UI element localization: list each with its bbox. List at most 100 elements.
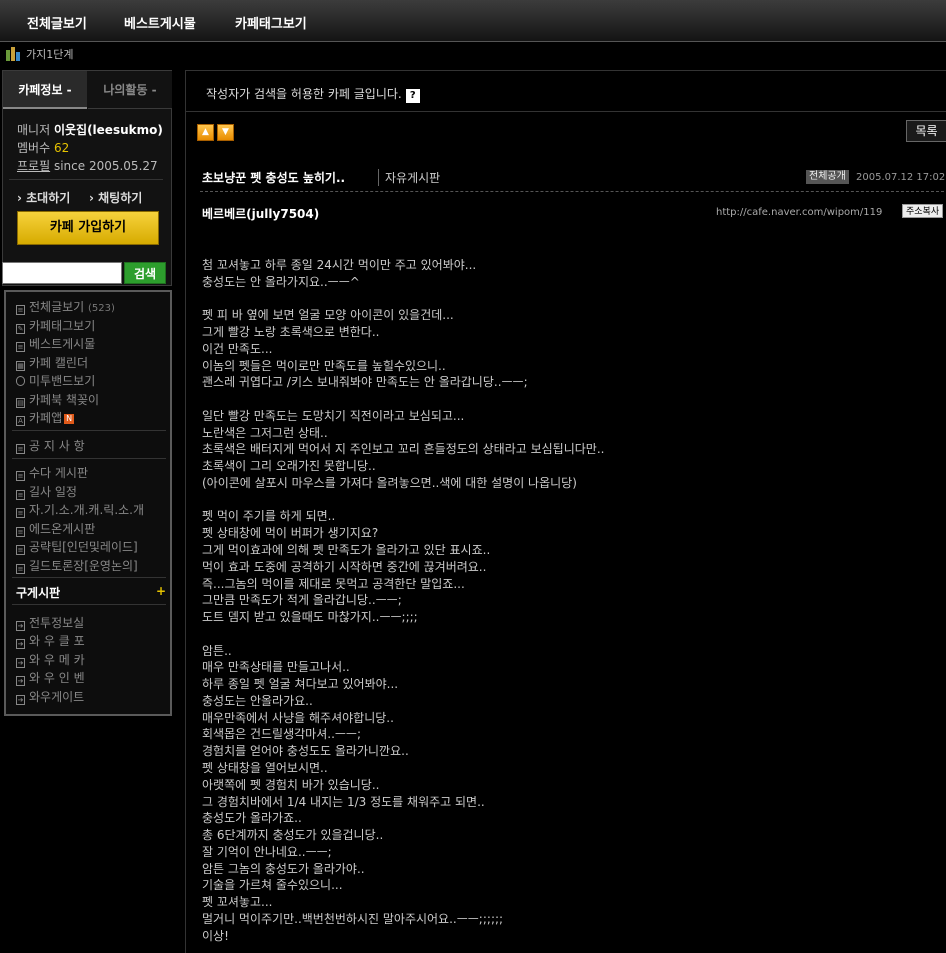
divider [12, 430, 166, 431]
post-body-line: 그만큼 만족도가 적게 올라갑니당..ㅡㅡ; [202, 593, 402, 608]
post-body-line: 암튼.. [202, 643, 232, 658]
profile-link[interactable]: 프로필 [17, 159, 50, 173]
divider [9, 179, 163, 180]
book-icon: ▤ [16, 398, 25, 408]
post-body-line: 괜스레 귀엽다고 /키스 보내줘봐야 만족도는 안 올라갑니당..ㅡㅡ; [202, 375, 528, 390]
tab-all-posts[interactable]: 전체글보기 [27, 13, 87, 32]
list-icon: ≡ [16, 527, 25, 537]
post-body-line: 일단 빨강 만족도는 도망치기 직전이라고 보심되고... [202, 408, 465, 423]
tab-best-posts[interactable]: 베스트게시물 [124, 13, 196, 32]
since-date: since 2005.05.27 [53, 159, 158, 173]
copy-url-button[interactable]: 주소복사 [902, 204, 944, 218]
menu-item-link-5[interactable]: ➔ 와우게이트 [16, 688, 84, 705]
tab-cafe-info[interactable]: 카페정보 - [3, 71, 87, 109]
manager-row: 매니저 이웃집(leesukmo) [17, 121, 163, 138]
menu-item-calendar[interactable]: ▦ 카페 캘린더 [16, 354, 88, 371]
invite-link[interactable]: › 초대하기 [17, 189, 70, 206]
external-link-icon: ➔ [16, 639, 25, 649]
post-body-line: 노란색은 그저그런 상태.. [202, 425, 328, 440]
menu-item-chat-board[interactable]: ≡ 수다 게시판 [16, 464, 88, 481]
menu-item-link-4[interactable]: ➔ 와 우 인 벤 [16, 669, 85, 686]
post-date: 2005.07.12 17:02 [856, 172, 946, 183]
menu-item-intro[interactable]: ≡ 자.기.소.개.캐.릭.소.개 [16, 501, 144, 518]
board-menu: ≡ 전체글보기 (523) ✎ 카페태그보기 ≡ 베스트게시물 ▦ 카페 캘린더 미투밴… [4, 290, 172, 716]
menu-item-strategy[interactable]: ≡ 공략팁[인던및레이드] [16, 538, 138, 555]
menu-item-addon[interactable]: ≡ 에드온게시판 [16, 520, 95, 537]
post-body-line: 암튼 그놈의 충성도가 올라가야.. [202, 861, 365, 876]
menu-item-notice[interactable]: ≡ 공 지 사 항 [16, 437, 85, 454]
post-body-line: 도트 뎀지 받고 있을때도 마찮가지..ㅡㅡ;;;; [202, 610, 418, 625]
post-body-line: 충성도는 안 올라가지요..ㅡㅡ^ [202, 274, 360, 289]
cafe-search-input[interactable] [2, 262, 122, 284]
post-body-line: 회색몹은 건드릴생각마셔..ㅡㅡ; [202, 727, 362, 742]
menu-item-link-1[interactable]: ➔ 전투정보실 [16, 614, 84, 631]
post-view: 작성자가 검색을 허용한 카페 글입니다.? ▲ ▼ 목록 초보냥꾼 펫 충성도… [185, 70, 946, 953]
post-body-line: 아랫쪽에 펫 경험치 바가 있습니당.. [202, 777, 380, 792]
post-body: 첨 꼬셔놓고 하루 종일 24시간 먹이만 주고 있어봐야... 충성도는 안 올… [202, 257, 942, 944]
help-icon[interactable]: ? [405, 89, 420, 103]
search-notice: 작성자가 검색을 허용한 카페 글입니다.? [206, 85, 420, 103]
list-icon: ≡ [16, 508, 25, 518]
expand-plus-icon[interactable]: + [156, 584, 166, 598]
manager-label: 매니저 [17, 123, 51, 137]
menu-item-all-posts[interactable]: ≡ 전체글보기 (523) [16, 298, 115, 315]
post-body-line: 초록색은 배터지게 먹어서 지 주인보고 꼬리 흔들정도의 상태라고 보심됩니다… [202, 442, 605, 457]
post-body-line: 경험치를 얻어야 충성도도 올라가니깐요.. [202, 744, 409, 759]
post-body-line: 펫 먹이 주기를 하게 되면.. [202, 509, 336, 524]
post-body-line: 펫 꼬셔놓고... [202, 895, 273, 910]
search-button[interactable]: 검색 [124, 262, 166, 284]
top-nav: 전체글보기 베스트게시물 카페태그보기 [0, 0, 946, 42]
post-body-line: 펫 상태창을 열어보시면.. [202, 760, 328, 775]
tag-icon: ✎ [16, 324, 25, 334]
post-body-line: 기술을 가르쳐 줄수있으니... [202, 878, 343, 893]
menu-item-schedule[interactable]: ≡ 길사 일정 [16, 483, 77, 500]
post-title: 초보냥꾼 펫 충성도 높히기.. [202, 171, 346, 185]
post-body-line: 이놈의 펫들은 먹이로만 만족도를 높힐수있으니.. [202, 358, 446, 373]
post-body-line: 멀거니 먹이주기만..백번천번하시진 말아주시어요..ㅡㅡ;;;;;; [202, 911, 504, 926]
menu-item-best-posts[interactable]: ≡ 베스트게시물 [16, 335, 95, 352]
list-icon: ≡ [16, 545, 25, 555]
manager-name[interactable]: 이웃집(leesukmo) [54, 123, 163, 137]
chevron-right-icon: › [17, 191, 22, 205]
new-badge: N [64, 414, 75, 424]
list-icon: ≡ [16, 471, 25, 481]
search-notice-bar: 작성자가 검색을 허용한 카페 글입니다.? [186, 70, 946, 112]
post-body-line [202, 626, 942, 643]
post-body-line: 잘 기억이 안나네요..ㅡㅡ; [202, 844, 332, 859]
post-body-line: 이건 만족도... [202, 341, 273, 356]
post-body-line: 즉...그놈의 먹이를 제대로 못먹고 공격한단 말입죠... [202, 576, 465, 591]
post-author[interactable]: 베르베르(jully7504) [202, 205, 319, 222]
menu-item-link-2[interactable]: ➔ 와 우 클 포 [16, 632, 85, 649]
menu-item-me2band[interactable]: 미투밴드보기 [16, 372, 95, 389]
post-body-line: 그 경험치바에서 1/4 내지는 1/3 정도를 채워주고 되면.. [202, 794, 485, 809]
next-post-button[interactable]: ▼ [217, 124, 234, 141]
menu-item-link-3[interactable]: ➔ 와 우 메 카 [16, 651, 85, 668]
post-body-line: 충성도가 올라가죠.. [202, 811, 302, 826]
tab-cafe-tags[interactable]: 카페태그보기 [235, 13, 307, 32]
menu-item-cafe-app[interactable]: A 카페앱 N [16, 409, 75, 426]
post-body-line: 하루 종일 펫 얼굴 쳐다보고 있어봐야... [202, 677, 399, 692]
menu-item-cafe-tags[interactable]: ✎ 카페태그보기 [16, 317, 95, 334]
divider [200, 191, 944, 192]
menu-item-guild-forum[interactable]: ≡ 길드토론장[운영논의] [16, 557, 138, 574]
post-body-line: 초록색이 그리 오래가진 못합니당.. [202, 459, 376, 474]
profile-row: 프로필 since 2005.05.27 [17, 157, 158, 174]
cafe-level: 가지1단계 [26, 48, 74, 61]
chat-link[interactable]: › 채팅하기 [89, 189, 142, 206]
post-board-link[interactable]: 자유게시판 [378, 169, 440, 186]
menu-item-cafebook[interactable]: ▤ 카페북 책꽂이 [16, 391, 99, 408]
post-body-line: 펫 상태창에 먹이 버퍼가 생기지요? [202, 526, 379, 541]
previous-post-button[interactable]: ▲ [197, 124, 214, 141]
list-button[interactable]: 목록 [906, 120, 946, 142]
list-icon: ≡ [16, 342, 25, 352]
join-cafe-button[interactable]: 카페 가입하기 [17, 211, 159, 245]
divider [12, 458, 166, 459]
list-icon: ≡ [16, 564, 25, 574]
post-body-line: 이상! [202, 928, 229, 943]
tab-my-activity[interactable]: 나의활동 - [88, 71, 172, 109]
post-url[interactable]: http://cafe.naver.com/wipom/119 [716, 207, 882, 218]
post-body-line: 총 6단계까지 충성도가 있을겁니당.. [202, 828, 384, 843]
members-count[interactable]: 62 [54, 141, 69, 155]
list-icon: ≡ [16, 305, 25, 315]
post-body-line [202, 391, 942, 408]
